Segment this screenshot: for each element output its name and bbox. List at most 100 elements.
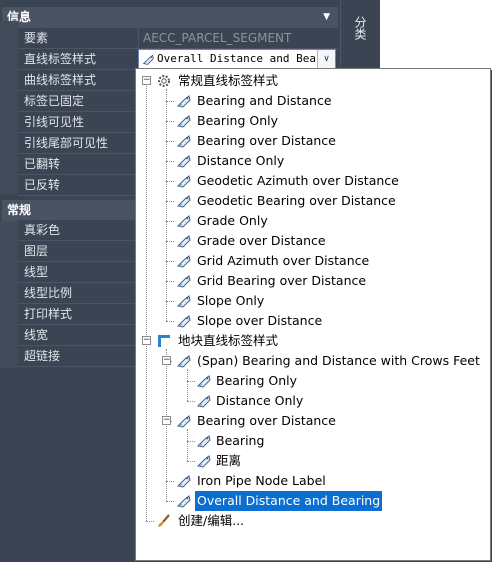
tree-node-label: Distance Only <box>197 153 285 168</box>
label-style-icon <box>176 175 191 188</box>
property-name: 标签已固定 <box>18 91 138 112</box>
group1-toggle[interactable]: − <box>142 76 151 85</box>
tree-node-label: Iron Pipe Node Label <box>197 473 326 488</box>
tree-node-label: Grid Azimuth over Distance <box>197 253 370 268</box>
tree-style-item[interactable]: Bearing and Distance <box>195 91 334 111</box>
style-field-value: Overall Distance and Beari <box>157 52 317 65</box>
tree-style-item[interactable]: Bearing Only <box>214 371 299 391</box>
tree-connector <box>187 369 188 401</box>
tree-style-item[interactable]: Geodetic Bearing over Distance <box>195 191 398 211</box>
tree-group-parcel[interactable]: 地块直线标签样式 <box>176 331 280 351</box>
span-toggle[interactable]: − <box>162 356 171 365</box>
create-edit-item[interactable]: 创建/编辑... <box>176 511 246 531</box>
label-style-icon <box>176 315 191 328</box>
tree-style-item[interactable]: Grid Bearing over Distance <box>195 271 368 291</box>
tree-node-label: (Span) Bearing and Distance with Crows F… <box>197 353 480 368</box>
property-name: 线型比例 <box>18 283 138 304</box>
tree-style-item[interactable]: Bearing over Distance <box>195 131 338 151</box>
tree-connector <box>166 121 174 122</box>
tree-connector <box>166 141 174 142</box>
tree-style-item[interactable]: Slope Only <box>195 291 266 311</box>
property-name: 引线尾部可见性 <box>18 133 138 154</box>
tree-connector <box>166 161 174 162</box>
tree-node-label: Bearing over Distance <box>197 413 336 428</box>
tree-style-item[interactable]: Grid Azimuth over Distance <box>195 251 371 271</box>
parcel-icon <box>158 335 170 347</box>
tree-node-label: Bearing Only <box>216 373 297 388</box>
label-style-icon <box>176 415 191 428</box>
tree-style-item[interactable]: Bearing over Distance <box>195 411 338 431</box>
property-value[interactable]: AECC_PARCEL_SEGMENT <box>138 28 338 49</box>
drawing-area <box>380 0 492 70</box>
tree-node-label: Geodetic Bearing over Distance <box>197 193 396 208</box>
group2-toggle[interactable]: − <box>142 336 151 345</box>
tree-node-label: Geodetic Azimuth over Distance <box>197 173 399 188</box>
tree-style-item[interactable]: Bearing <box>214 431 266 451</box>
tree-connector <box>166 181 174 182</box>
tree-node-label: 创建/编辑... <box>178 513 245 528</box>
tree-style-item[interactable]: Distance Only <box>195 151 286 171</box>
tree-connector <box>166 241 174 242</box>
tree-style-item[interactable]: Grade over Distance <box>195 231 328 251</box>
label-style-icon <box>176 235 191 248</box>
tree-connector <box>166 349 167 501</box>
label-style-icon <box>176 255 191 268</box>
right-tab-label[interactable]: 分类 <box>352 16 368 56</box>
property-name: 超链接 <box>18 346 138 367</box>
tree-connector <box>166 221 174 222</box>
label-style-icon <box>176 135 191 148</box>
tree-style-item[interactable]: 距离 <box>214 451 243 471</box>
tree-connector <box>187 401 195 402</box>
tree-node-label: Bearing over Distance <box>197 133 336 148</box>
tree-node-label: Grade over Distance <box>197 233 326 248</box>
info-category-header[interactable]: 信息 ▼ <box>2 7 338 28</box>
tree-connector <box>166 201 174 202</box>
tree-connector <box>187 441 195 442</box>
tree-connector <box>146 521 154 522</box>
info-side-strip <box>0 21 18 194</box>
label-style-icon <box>196 435 211 448</box>
tree-group-general[interactable]: 常规直线标签样式 <box>176 71 280 91</box>
property-name: 直线标签样式 <box>18 49 138 70</box>
label-style-icon <box>196 375 211 388</box>
tree-style-item[interactable]: Bearing Only <box>195 111 280 131</box>
property-row[interactable]: 要素 AECC_PARCEL_SEGMENT <box>18 28 338 49</box>
label-style-icon <box>196 395 211 408</box>
tree-style-item[interactable]: Iron Pipe Node Label <box>195 471 328 491</box>
line-label-style-dropdown[interactable]: Overall Distance and Beari ∨ <box>138 49 336 69</box>
property-name: 图层 <box>18 241 138 262</box>
bod-toggle[interactable]: − <box>162 416 171 425</box>
tree-connector <box>187 429 188 461</box>
tree-style-item-selected[interactable]: Overall Distance and Bearing <box>195 491 383 511</box>
tree-node-label: 常规直线标签样式 <box>178 73 279 88</box>
tree-connector <box>146 81 147 521</box>
tree-node-label: Grid Bearing over Distance <box>197 273 367 288</box>
tree-connector <box>166 301 174 302</box>
property-name: 曲线标签样式 <box>18 70 138 91</box>
tree-style-item[interactable]: Slope over Distance <box>195 311 324 331</box>
property-name: 打印样式 <box>18 304 138 325</box>
label-style-icon <box>176 195 191 208</box>
tree-node-label: Slope Only <box>197 293 265 308</box>
tree-style-item[interactable]: Distance Only <box>214 391 305 411</box>
tree-style-item[interactable]: Geodetic Azimuth over Distance <box>195 171 401 191</box>
property-name: 要素 <box>18 28 138 49</box>
tree-style-item[interactable]: Grade Only <box>195 211 270 231</box>
label-style-icon <box>176 475 191 488</box>
label-style-icon <box>142 54 154 65</box>
tree-node-label: Slope over Distance <box>197 313 323 328</box>
label-style-icon <box>176 275 191 288</box>
tree-connector <box>166 101 174 102</box>
label-style-icon <box>176 495 191 508</box>
tree-node-label: Overall Distance and Bearing <box>195 491 383 511</box>
chevron-down-icon[interactable]: ∨ <box>317 50 335 68</box>
label-style-icon <box>176 355 191 368</box>
tree-connector <box>166 321 174 322</box>
tree-style-item[interactable]: (Span) Bearing and Distance with Crows F… <box>195 351 482 371</box>
general-side-strip <box>0 221 18 368</box>
tree-connector <box>166 281 174 282</box>
label-style-icon <box>176 95 191 108</box>
tree-node-label: Bearing and Distance <box>197 93 332 108</box>
collapse-caret-icon[interactable]: ▼ <box>323 7 330 28</box>
tree-connector <box>166 501 174 502</box>
